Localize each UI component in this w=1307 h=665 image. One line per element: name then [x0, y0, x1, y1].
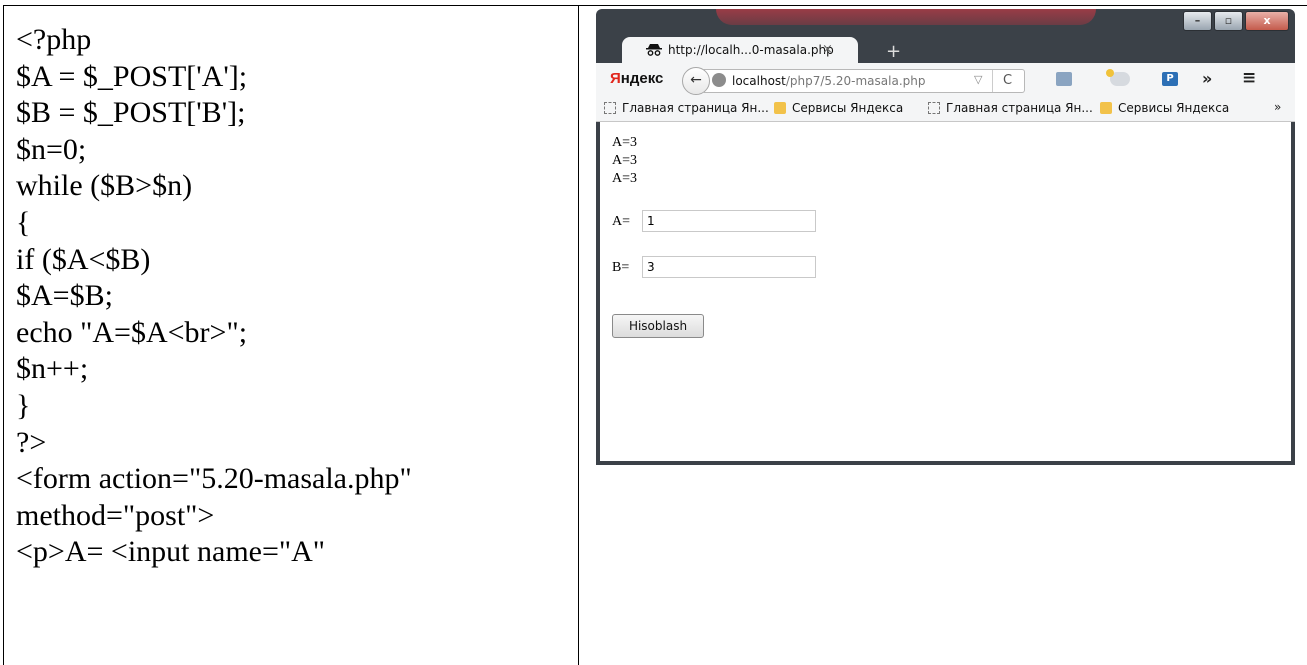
code-line: {: [16, 205, 31, 239]
bookmark-item[interactable]: Главная страница Ян...: [928, 101, 1093, 115]
close-window-button[interactable]: x: [1245, 11, 1289, 31]
yandex-logo[interactable]: Яндекс: [610, 70, 663, 87]
titlebar-glow: [716, 9, 1096, 25]
submit-button[interactable]: Hisoblash: [612, 314, 704, 338]
bookmark-item[interactable]: Главная страница Ян...: [604, 101, 769, 115]
code-line: $A=$B;: [16, 279, 113, 313]
code-line: echo "A=$A<br>";: [16, 315, 248, 349]
page-icon: [928, 102, 940, 114]
output-line: A=3: [612, 135, 638, 150]
bookmark-folder[interactable]: Сервисы Яндекса: [1100, 101, 1229, 115]
php-code-block: <?php $A = $_POST['A']; $B = $_POST['B']…: [16, 22, 412, 571]
overflow-chevron-icon[interactable]: »: [1202, 69, 1212, 88]
reload-icon[interactable]: C: [1003, 73, 1012, 88]
field-b-input[interactable]: 3: [642, 256, 816, 278]
address-bar[interactable]: localhost/php7/5.20-masala.php ▽ C: [704, 69, 1025, 93]
minimize-button[interactable]: –: [1183, 11, 1212, 31]
code-line: method="post">: [16, 498, 215, 532]
code-line: <form action="5.20-masala.php": [16, 462, 412, 496]
weather-icon[interactable]: [1106, 69, 1130, 86]
extension-p-icon[interactable]: P: [1162, 72, 1178, 86]
nav-bar: Яндекс localhost/php7/5.20-masala.php ▽ …: [596, 63, 1295, 95]
code-line: $n++;: [16, 352, 89, 386]
field-a-input[interactable]: 1: [642, 210, 816, 232]
tab-active[interactable]: http://localh...0-masala.php ×: [622, 37, 858, 63]
folder-icon: [1100, 102, 1112, 114]
bookmarks-overflow-icon[interactable]: »: [1274, 100, 1281, 114]
field-b-label: B=: [612, 260, 630, 275]
code-line: $B = $_POST['B'];: [16, 96, 246, 130]
maximize-button[interactable]: ▫: [1214, 11, 1243, 31]
code-line: ?>: [16, 425, 47, 459]
window-controls: – ▫ x: [1181, 11, 1289, 31]
output-line: A=3: [612, 171, 638, 186]
code-line: $n=0;: [16, 132, 87, 166]
hamburger-menu-icon[interactable]: ≡: [1242, 68, 1256, 88]
output-line: A=3: [612, 153, 638, 168]
code-line: }: [16, 388, 31, 422]
site-identity-icon[interactable]: [712, 73, 726, 87]
code-cell: <?php $A = $_POST['A']; $B = $_POST['B']…: [3, 5, 579, 665]
history-dropdown-icon[interactable]: ▽: [974, 73, 982, 86]
mail-icon[interactable]: [1056, 72, 1072, 86]
back-button[interactable]: ←: [682, 67, 710, 95]
tab-strip: http://localh...0-masala.php × +: [596, 31, 1295, 63]
folder-icon: [774, 102, 786, 114]
code-line: $A = $_POST['A'];: [16, 59, 248, 93]
new-tab-button[interactable]: +: [886, 41, 901, 62]
tab-close-icon[interactable]: ×: [822, 42, 833, 57]
bookmark-folder[interactable]: Сервисы Яндекса: [774, 101, 903, 115]
url-text: localhost/php7/5.20-masala.php: [732, 74, 926, 88]
browser-window: – ▫ x http://localh...0-masala.php × + Я…: [596, 9, 1295, 465]
code-line: if ($A<$B): [16, 242, 151, 276]
tab-title: http://localh...0-masala.php: [668, 43, 834, 57]
private-browsing-icon: [646, 44, 662, 56]
table-top-rule: [579, 5, 1307, 6]
code-line: <p>A= <input name="A": [16, 535, 326, 569]
field-a-label: A=: [612, 214, 631, 229]
page-content: A=3 A=3 A=3 A= 1 B= 3 Hisoblash: [600, 122, 1291, 461]
code-line: while ($B>$n): [16, 169, 193, 203]
bookmarks-bar: Главная страница Ян... Сервисы Яндекса Г…: [596, 95, 1295, 122]
page-icon: [604, 102, 616, 114]
divider: [992, 70, 993, 92]
code-line: <?php: [16, 23, 92, 56]
